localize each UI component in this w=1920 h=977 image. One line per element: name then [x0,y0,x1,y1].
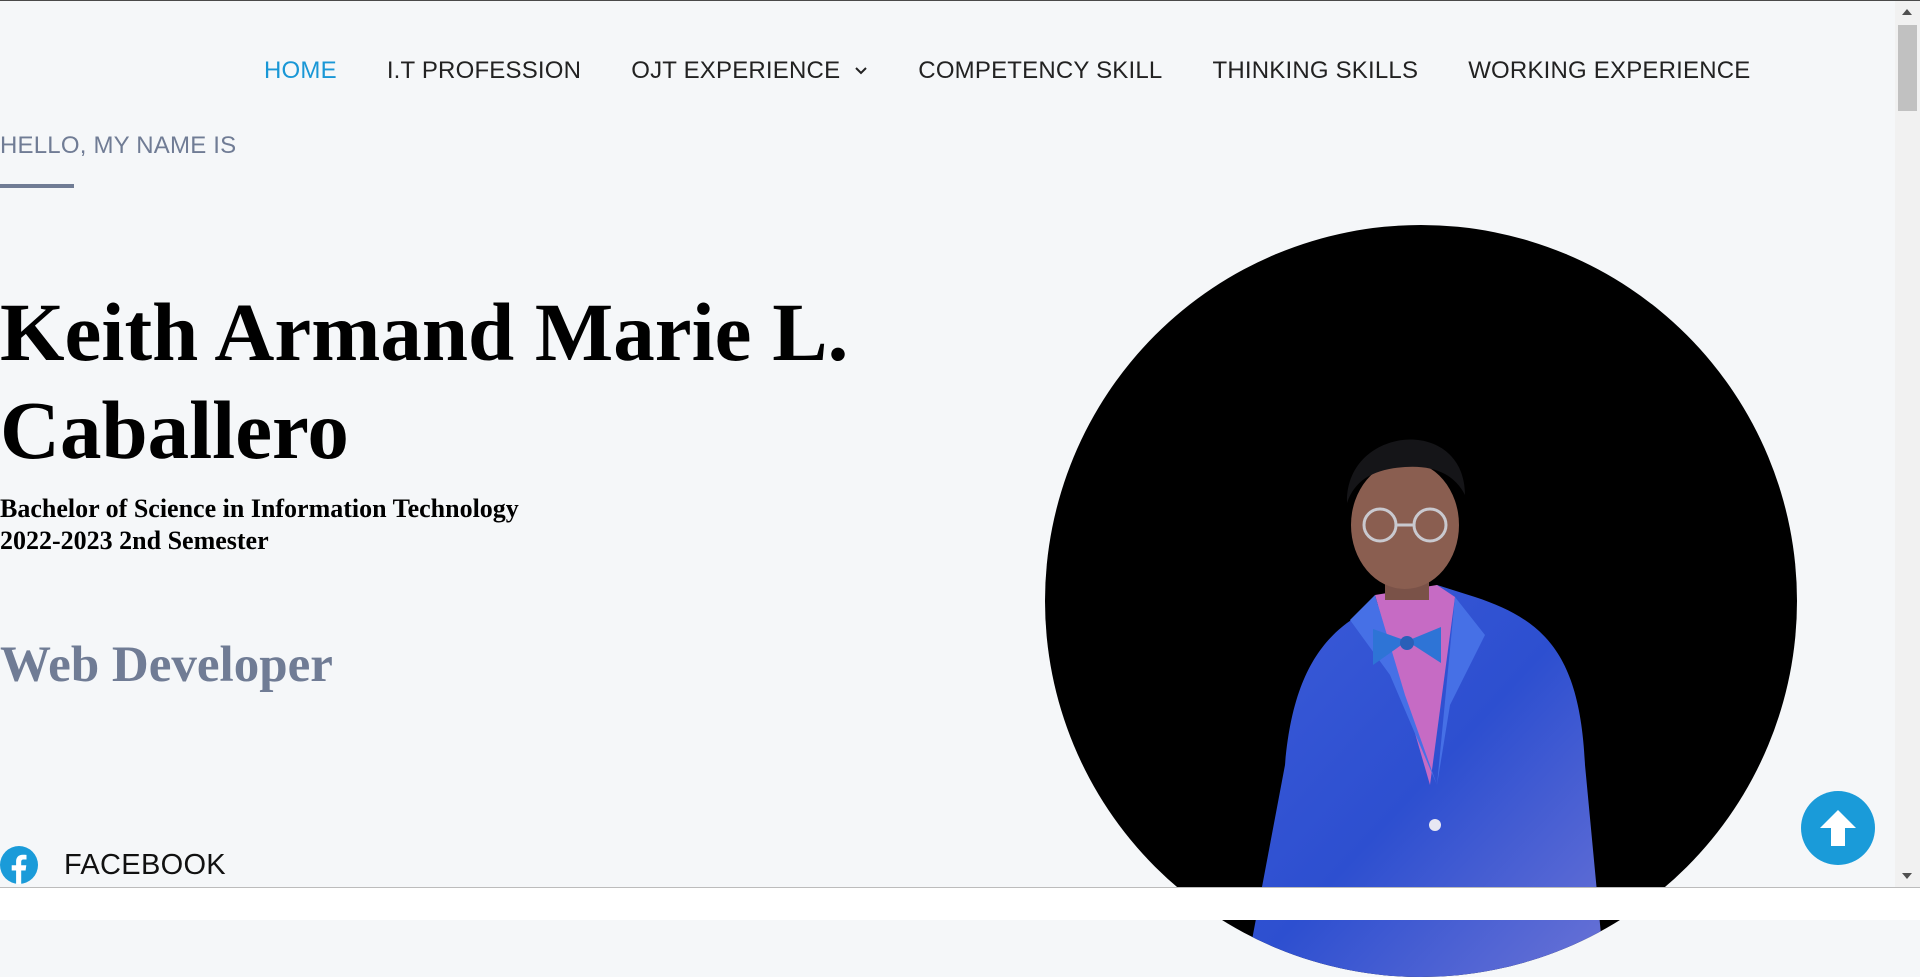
nav-ojt-experience-label: OJT EXPERIENCE [631,57,841,84]
vertical-scrollbar[interactable] [1895,1,1920,888]
greeting-text: HELLO, MY NAME IS [0,132,237,159]
chevron-down-icon [855,67,867,75]
arrow-up-icon [1820,810,1856,846]
window-top-border [0,0,1920,1]
nav-it-profession[interactable]: I.T PROFESSION [387,57,581,85]
degree-term: 2022-2023 2nd Semester [0,526,269,555]
profile-photo-figure [1245,439,1605,977]
scroll-down-icon[interactable] [1902,873,1912,879]
nav-working-experience[interactable]: WORKING EXPERIENCE [1468,57,1750,85]
facebook-icon [0,846,38,884]
scrollbar-thumb[interactable] [1898,25,1917,111]
nav-home[interactable]: HOME [264,57,337,85]
facebook-link[interactable]: FACEBOOK [0,846,226,884]
facebook-label: FACEBOOK [64,848,226,881]
degree-info: Bachelor of Science in Information Techn… [0,493,519,557]
person-name-line1: Keith Armand Marie L. [0,286,849,378]
nav-competency-skill[interactable]: COMPETENCY SKILL [918,57,1162,85]
nav-ojt-experience[interactable]: OJT EXPERIENCE [631,57,868,85]
scroll-up-icon[interactable] [1902,9,1912,15]
profile-photo [1045,225,1797,977]
degree-title: Bachelor of Science in Information Techn… [0,494,519,523]
nav-thinking-skills[interactable]: THINKING SKILLS [1212,57,1418,85]
person-name-line2: Caballero [0,384,349,476]
back-to-top-button[interactable] [1801,791,1875,865]
role-title: Web Developer [0,637,333,693]
greeting-underline [0,184,74,188]
main-nav: HOME I.T PROFESSION OJT EXPERIENCE COMPE… [264,57,1751,85]
window-bottom-bar [0,887,1920,920]
person-name: Keith Armand Marie L. Caballero [0,283,960,479]
